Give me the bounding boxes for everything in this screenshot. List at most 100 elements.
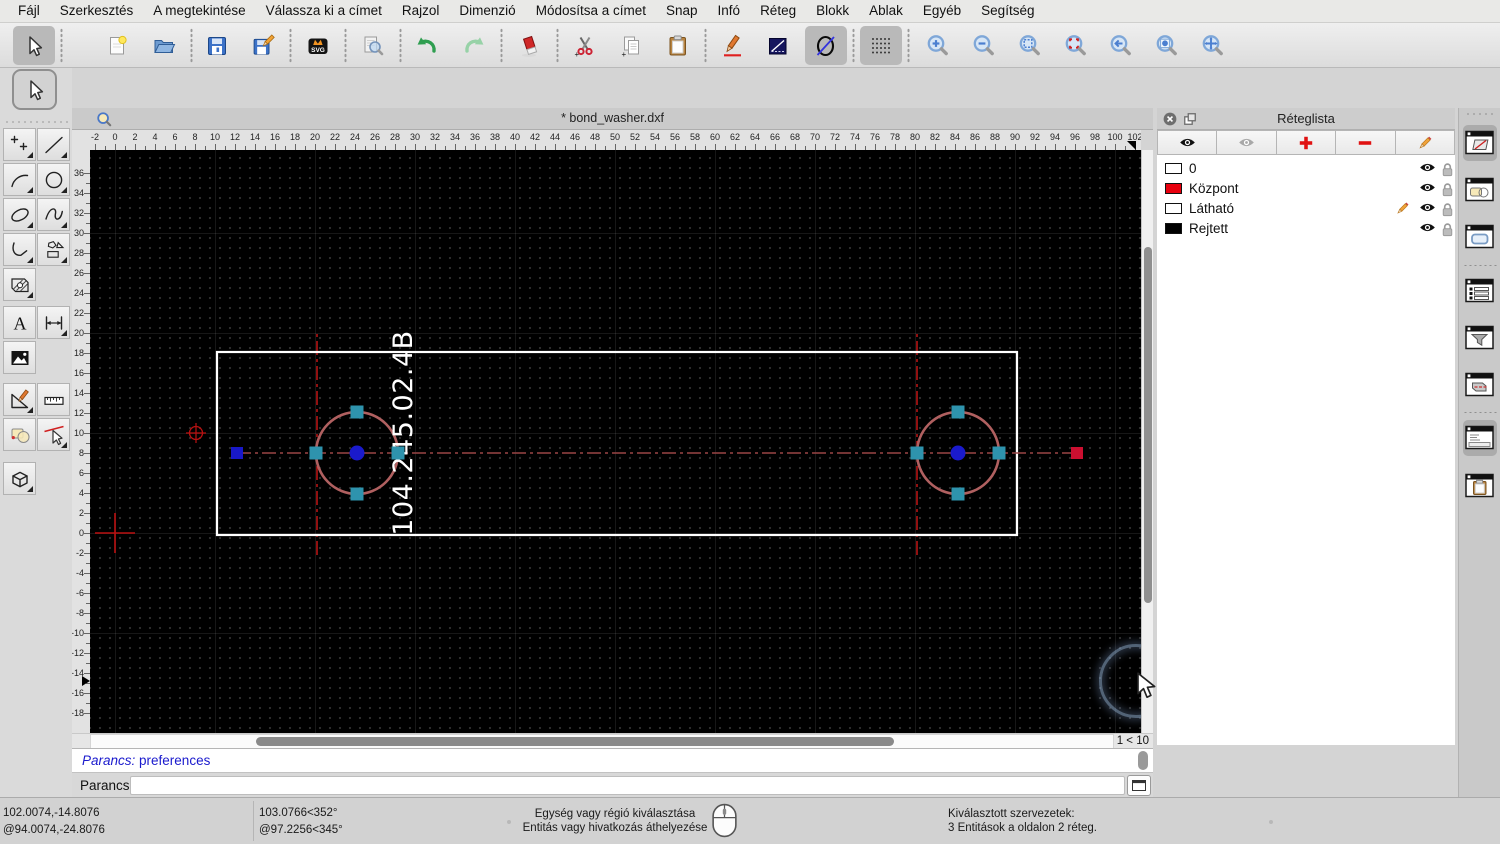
paste-button[interactable] [657,26,699,65]
layer-color-swatch[interactable] [1165,223,1182,234]
menu-a-megtekintese[interactable]: A megtekintése [143,0,255,22]
document-titlebar[interactable]: * bond_washer.dxf [72,108,1153,130]
zoom-auto-button[interactable] [1009,26,1051,65]
layer-visibility-eye-icon[interactable] [1419,202,1436,213]
toggle-grid-button[interactable] [860,26,902,65]
layer-visibility-eye-icon[interactable] [1419,162,1436,173]
save-button[interactable] [196,26,238,65]
horizontal-scrollbar-track[interactable] [90,734,1114,749]
current-tool-pointer-button[interactable] [12,69,57,110]
palette-drag-handle[interactable] [4,120,68,124]
panel-library-browser-button[interactable] [1463,219,1497,255]
export-svg-button[interactable]: SVG [297,26,339,65]
layer-row-lathato[interactable]: Látható [1157,199,1455,219]
menu-info[interactable]: Infó [708,0,751,22]
zoom-previous-button[interactable] [1100,26,1142,65]
print-preview-button[interactable] [352,26,394,65]
dock-drag-handle[interactable] [1465,112,1495,116]
menu-segitseg[interactable]: Segítség [971,0,1044,22]
panel-block-list-button[interactable] [1463,172,1497,208]
zoom-out-button[interactable] [963,26,1005,65]
draw-circle-button[interactable] [37,163,70,196]
edit-entity-button[interactable] [712,26,754,65]
command-dock-button[interactable] [1127,775,1151,796]
layer-row-rejtett[interactable]: Rejtett [1157,219,1455,239]
layer-lock-icon[interactable] [1441,182,1454,197]
drawing-canvas[interactable]: 104.245.02.4B [90,150,1141,733]
layer-color-swatch[interactable] [1165,163,1182,174]
draw-ellipse-button[interactable] [3,198,36,231]
select-pointer-button[interactable] [13,26,55,65]
cut-button[interactable]: + [564,26,606,65]
menu-snap[interactable]: Snap [656,0,708,22]
canvas-vertical-scrollbar[interactable] [1141,150,1153,733]
delete-button[interactable] [509,26,551,65]
save-as-button[interactable] [242,26,284,65]
layer-lock-icon[interactable] [1441,162,1454,177]
draw-point-button[interactable] [3,128,36,161]
menu-szerkesztes[interactable]: Szerkesztés [50,0,144,22]
select-tools-button[interactable] [37,418,70,451]
undo-button[interactable] [406,26,448,65]
draw-line-button[interactable] [37,128,70,161]
ruler-number: 92 [1029,132,1041,142]
block-tools-button[interactable] [3,418,36,451]
draw-spline-button[interactable] [37,198,70,231]
draw-hatch-button[interactable] [3,268,36,301]
panel-filter-button[interactable] [1463,320,1497,356]
panel-pen-palette-button[interactable] [1463,367,1497,403]
menu-dimenzio[interactable]: Dimenzió [449,0,525,22]
panel-clipboard-button[interactable] [1463,468,1497,504]
measure-tools-button[interactable] [37,383,70,416]
layer-visibility-eye-icon[interactable] [1419,222,1436,233]
canvas-horizontal-scrollbar[interactable]: 1 < 10 [72,733,1153,749]
menu-valassza-ki-a-cimet[interactable]: Válassza ki a címet [256,0,392,22]
draw-text-button[interactable]: A [3,306,36,339]
show-all-layers-button[interactable] [1157,130,1218,155]
panel-layer-list-button[interactable] [1463,125,1497,161]
draw-arc-button[interactable] [3,163,36,196]
modify-tools-button[interactable] [3,383,36,416]
circle-attributes-button[interactable] [805,26,847,65]
layer-color-swatch[interactable] [1165,183,1182,194]
menu-modositsa-a-cimet[interactable]: Módosítsa a címet [526,0,656,22]
command-history-scrollbar-thumb[interactable] [1138,751,1148,770]
edit-layer-button[interactable] [1395,130,1456,155]
panel-command-line-button[interactable] [1463,420,1497,456]
draw-polyline-button[interactable] [3,233,36,266]
layer-lock-icon[interactable] [1441,202,1454,217]
open-drawing-button[interactable] [143,26,185,65]
layer-lock-icon[interactable] [1441,222,1454,237]
line-attributes-button[interactable] [757,26,799,65]
horizontal-scrollbar-thumb[interactable] [256,737,894,746]
ruler-number: 20 [309,132,321,142]
panel-entity-list-button[interactable] [1463,273,1497,309]
layer-row-kozpont[interactable]: Központ [1157,179,1455,199]
new-drawing-button[interactable] [97,26,139,65]
remove-layer-button[interactable] [1336,130,1396,155]
vertical-scrollbar-thumb[interactable] [1144,247,1152,603]
zoom-pan-button[interactable] [1192,26,1234,65]
insert-image-button[interactable] [3,341,36,374]
menu-egyeb[interactable]: Egyéb [913,0,971,22]
menu-reteg[interactable]: Réteg [750,0,806,22]
command-input[interactable] [130,776,1125,795]
copy-button[interactable]: + [611,26,653,65]
draw-polygon-button[interactable] [37,233,70,266]
menu-fajl[interactable]: Fájl [8,0,50,22]
zoom-in-button[interactable] [917,26,959,65]
add-layer-button[interactable] [1276,130,1337,155]
menu-blokk[interactable]: Blokk [806,0,859,22]
tools-3d-button[interactable] [3,462,36,495]
draw-dimension-button[interactable] [37,306,70,339]
redo-button[interactable] [453,26,495,65]
zoom-window-button[interactable] [1146,26,1188,65]
zoom-selection-button[interactable] [1055,26,1097,65]
hide-all-layers-button[interactable] [1217,130,1277,155]
layer-visibility-eye-icon[interactable] [1419,182,1436,193]
menu-ablak[interactable]: Ablak [859,0,913,22]
layer-row-0[interactable]: 0 [1157,159,1455,179]
menu-rajzol[interactable]: Rajzol [392,0,450,22]
save-as-icon [251,33,275,58]
layer-color-swatch[interactable] [1165,203,1182,214]
